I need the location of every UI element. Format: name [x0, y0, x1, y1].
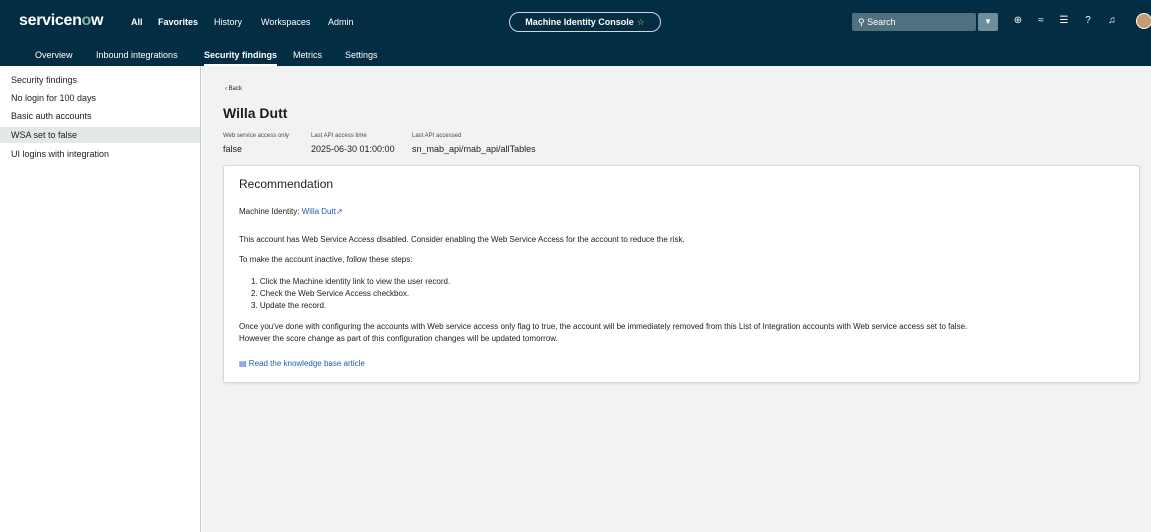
nav-admin[interactable]: Admin	[328, 17, 354, 27]
tab-security-findings[interactable]: Security findings	[204, 48, 278, 66]
logo-text-o: o	[81, 12, 92, 29]
back-link[interactable]: ‹ Back	[225, 86, 242, 92]
meta-label-last-api: Last API accessed	[412, 133, 462, 139]
user-avatar[interactable]	[1136, 13, 1151, 29]
nav-favorites[interactable]: Favorites	[158, 17, 198, 27]
nav-workspaces[interactable]: Workspaces	[261, 17, 310, 27]
step-2: 2. Check the Web Service Access checkbox…	[251, 289, 410, 298]
recommendation-para-2: To make the account inactive, follow the…	[239, 255, 413, 264]
globe-icon[interactable]: ⊕	[1012, 15, 1024, 27]
list-icon[interactable]: ☰	[1058, 15, 1070, 27]
favorite-star-icon[interactable]: ☆	[637, 17, 645, 27]
nav-all[interactable]: All	[131, 17, 143, 27]
machine-identity-row: Machine Identity: Willa Dutt↗	[239, 207, 343, 216]
bell-icon[interactable]: ♫	[1106, 15, 1118, 27]
meta-value-last-api: sn_mab_api/mab_api/allTables	[412, 144, 536, 154]
main-content: ‹ Back Willa Dutt Web service access onl…	[202, 66, 1151, 532]
sidebar-item-basic-auth[interactable]: Basic auth accounts	[0, 108, 200, 124]
sidebar-item-ui-logins[interactable]: UI logins with integration	[0, 146, 200, 162]
sidebar: Security findings No login for 100 days …	[0, 66, 201, 532]
workspace-tabs: Overview Inbound integrations Security f…	[0, 44, 1151, 66]
logo-text-prefix: servicen	[19, 12, 82, 29]
kb-article-label: Read the knowledge base article	[248, 359, 365, 368]
logo-text-suffix: w	[91, 12, 104, 29]
tab-settings[interactable]: Settings	[345, 48, 378, 66]
step-1: 1. Click the Machine identity link to vi…	[251, 277, 451, 286]
meta-value-last-access: 2025-06-30 01:00:00	[311, 144, 395, 154]
nav-history[interactable]: History	[214, 17, 242, 27]
recommendation-para-3a: Once you've done with configuring the ac…	[239, 322, 968, 331]
search-scope-dropdown[interactable]: ▼	[978, 13, 998, 31]
tab-overview[interactable]: Overview	[35, 48, 73, 66]
tab-inbound-integrations[interactable]: Inbound integrations	[96, 48, 178, 66]
page-title: Willa Dutt	[223, 105, 288, 121]
meta-value-wsa: false	[223, 144, 243, 154]
machine-identity-label: Machine Identity:	[239, 207, 300, 216]
recommendation-card: Recommendation Machine Identity: Willa D…	[223, 165, 1140, 383]
help-icon[interactable]: ?	[1082, 15, 1094, 27]
step-3: 3. Update the record.	[251, 301, 327, 310]
recommendation-heading: Recommendation	[239, 177, 334, 191]
sidebar-item-security-findings[interactable]: Security findings	[0, 72, 200, 88]
recommendation-para-3b: However the score change as part of this…	[239, 334, 558, 343]
servicenow-logo[interactable]: servicenow	[19, 12, 103, 30]
global-search-input[interactable]: ⚲ Search	[852, 13, 976, 31]
meta-label-last-access: Last API access time	[311, 133, 367, 139]
tab-metrics[interactable]: Metrics	[293, 48, 322, 66]
meta-label-wsa: Web service access only	[223, 133, 289, 139]
recommendation-para-1: This account has Web Service Access disa…	[239, 235, 685, 244]
search-placeholder: Search	[867, 17, 896, 27]
external-link-icon: ↗	[335, 207, 343, 216]
chat-icon[interactable]: ≈	[1035, 15, 1047, 27]
context-title: Machine Identity Console	[525, 17, 634, 27]
document-icon: ▤	[239, 359, 247, 368]
kb-article-link[interactable]: ▤ Read the knowledge base article	[239, 359, 365, 368]
global-nav: servicenow All Favorites History Workspa…	[0, 0, 1151, 44]
context-pill[interactable]: Machine Identity Console ☆	[509, 12, 661, 32]
search-icon: ⚲	[858, 17, 865, 27]
machine-identity-link[interactable]: Willa Dutt	[302, 207, 336, 216]
sidebar-item-wsa-false[interactable]: WSA set to false	[0, 127, 200, 143]
top-header: servicenow All Favorites History Workspa…	[0, 0, 1151, 44]
sidebar-item-no-login[interactable]: No login for 100 days	[0, 90, 200, 106]
